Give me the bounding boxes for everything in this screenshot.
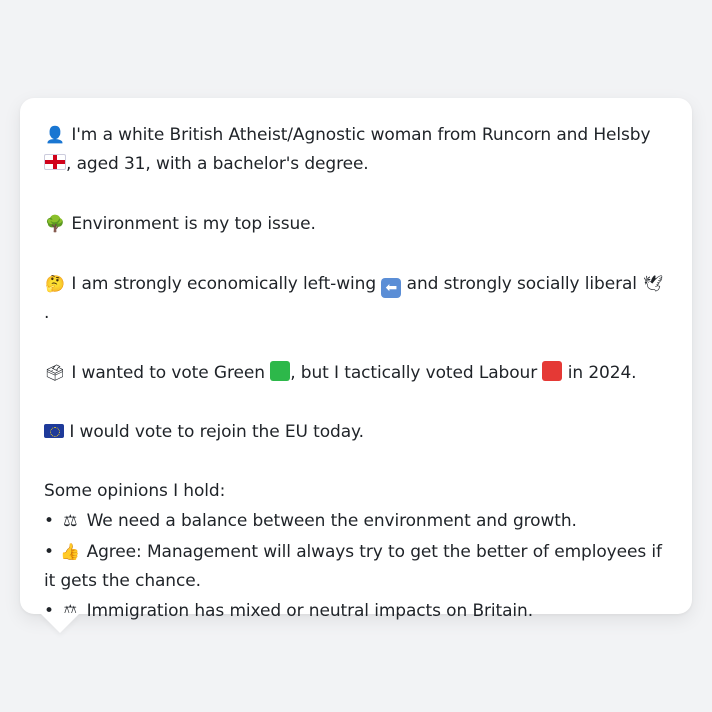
opinions-section: Some opinions I hold: • ⚖ We need a bala… xyxy=(44,477,668,627)
ideology-text-continued: and strongly socially liberal xyxy=(406,274,637,294)
opinion-item: • ⚖ Immigration has mixed or neutral imp… xyxy=(44,596,668,626)
person-silhouette-icon: 👤 xyxy=(45,125,65,144)
persona-speech-bubble: 👤 I'm a white British Atheist/Agnostic w… xyxy=(20,98,692,621)
opinions-heading: Some opinions I hold: xyxy=(44,480,226,501)
tree-icon: 🌳 xyxy=(45,214,65,234)
persona-description: 👤 I'm a white British Atheist/Agnostic w… xyxy=(44,120,668,627)
england-flag-icon xyxy=(44,154,66,171)
opinion-text: We need a balance between the environmen… xyxy=(86,511,577,532)
green-square-icon xyxy=(270,361,291,382)
opinion-text: Immigration has mixed or neutral impacts… xyxy=(86,601,534,622)
speech-bubble-tail xyxy=(40,613,80,633)
left-arrow-icon: ⬅ xyxy=(381,278,402,298)
bullet: • xyxy=(44,511,54,532)
bullet: • xyxy=(44,541,54,562)
vote-text-end: in 2024. xyxy=(567,363,637,384)
ideology-text: I am strongly economically left-wing xyxy=(71,274,377,294)
vote-text-continued: , but I tactically voted Labour xyxy=(290,363,538,384)
scales-icon: ⚖ xyxy=(63,511,78,531)
opinion-text: Agree: Management will always try to get… xyxy=(44,541,662,592)
ideology-period: . xyxy=(44,303,50,324)
ideology-paragraph: 🤔 I am strongly economically left-wing ⬅… xyxy=(44,269,668,329)
opinion-item: • 👍 Agree: Management will always try to… xyxy=(44,537,668,597)
opinion-item: • ⚖ We need a balance between the enviro… xyxy=(44,506,668,536)
eu-text: I would vote to rejoin the EU today. xyxy=(69,422,364,442)
dove-icon: 🕊 xyxy=(643,274,664,293)
eu-flag-icon xyxy=(44,424,64,438)
intro-text: I'm a white British Atheist/Agnostic wom… xyxy=(71,125,651,145)
red-square-icon xyxy=(542,361,563,382)
top-issue-text: Environment is my top issue. xyxy=(71,214,316,235)
vote-text: I wanted to vote Green xyxy=(71,363,265,384)
top-issue-paragraph: 🌳 Environment is my top issue. xyxy=(44,209,668,239)
intro-text-continued: , aged 31, with a bachelor's degree. xyxy=(66,154,369,175)
intro-paragraph: 👤 I'm a white British Atheist/Agnostic w… xyxy=(44,120,668,180)
thumbs-up-icon: 👍 xyxy=(60,541,81,561)
thinking-face-icon: 🤔 xyxy=(45,274,65,293)
vote-paragraph: 🗳 I wanted to vote Green , but I tactica… xyxy=(44,358,668,388)
eu-paragraph: I would vote to rejoin the EU today. xyxy=(44,418,668,447)
ballot-box-icon: 🗳 xyxy=(44,363,66,383)
